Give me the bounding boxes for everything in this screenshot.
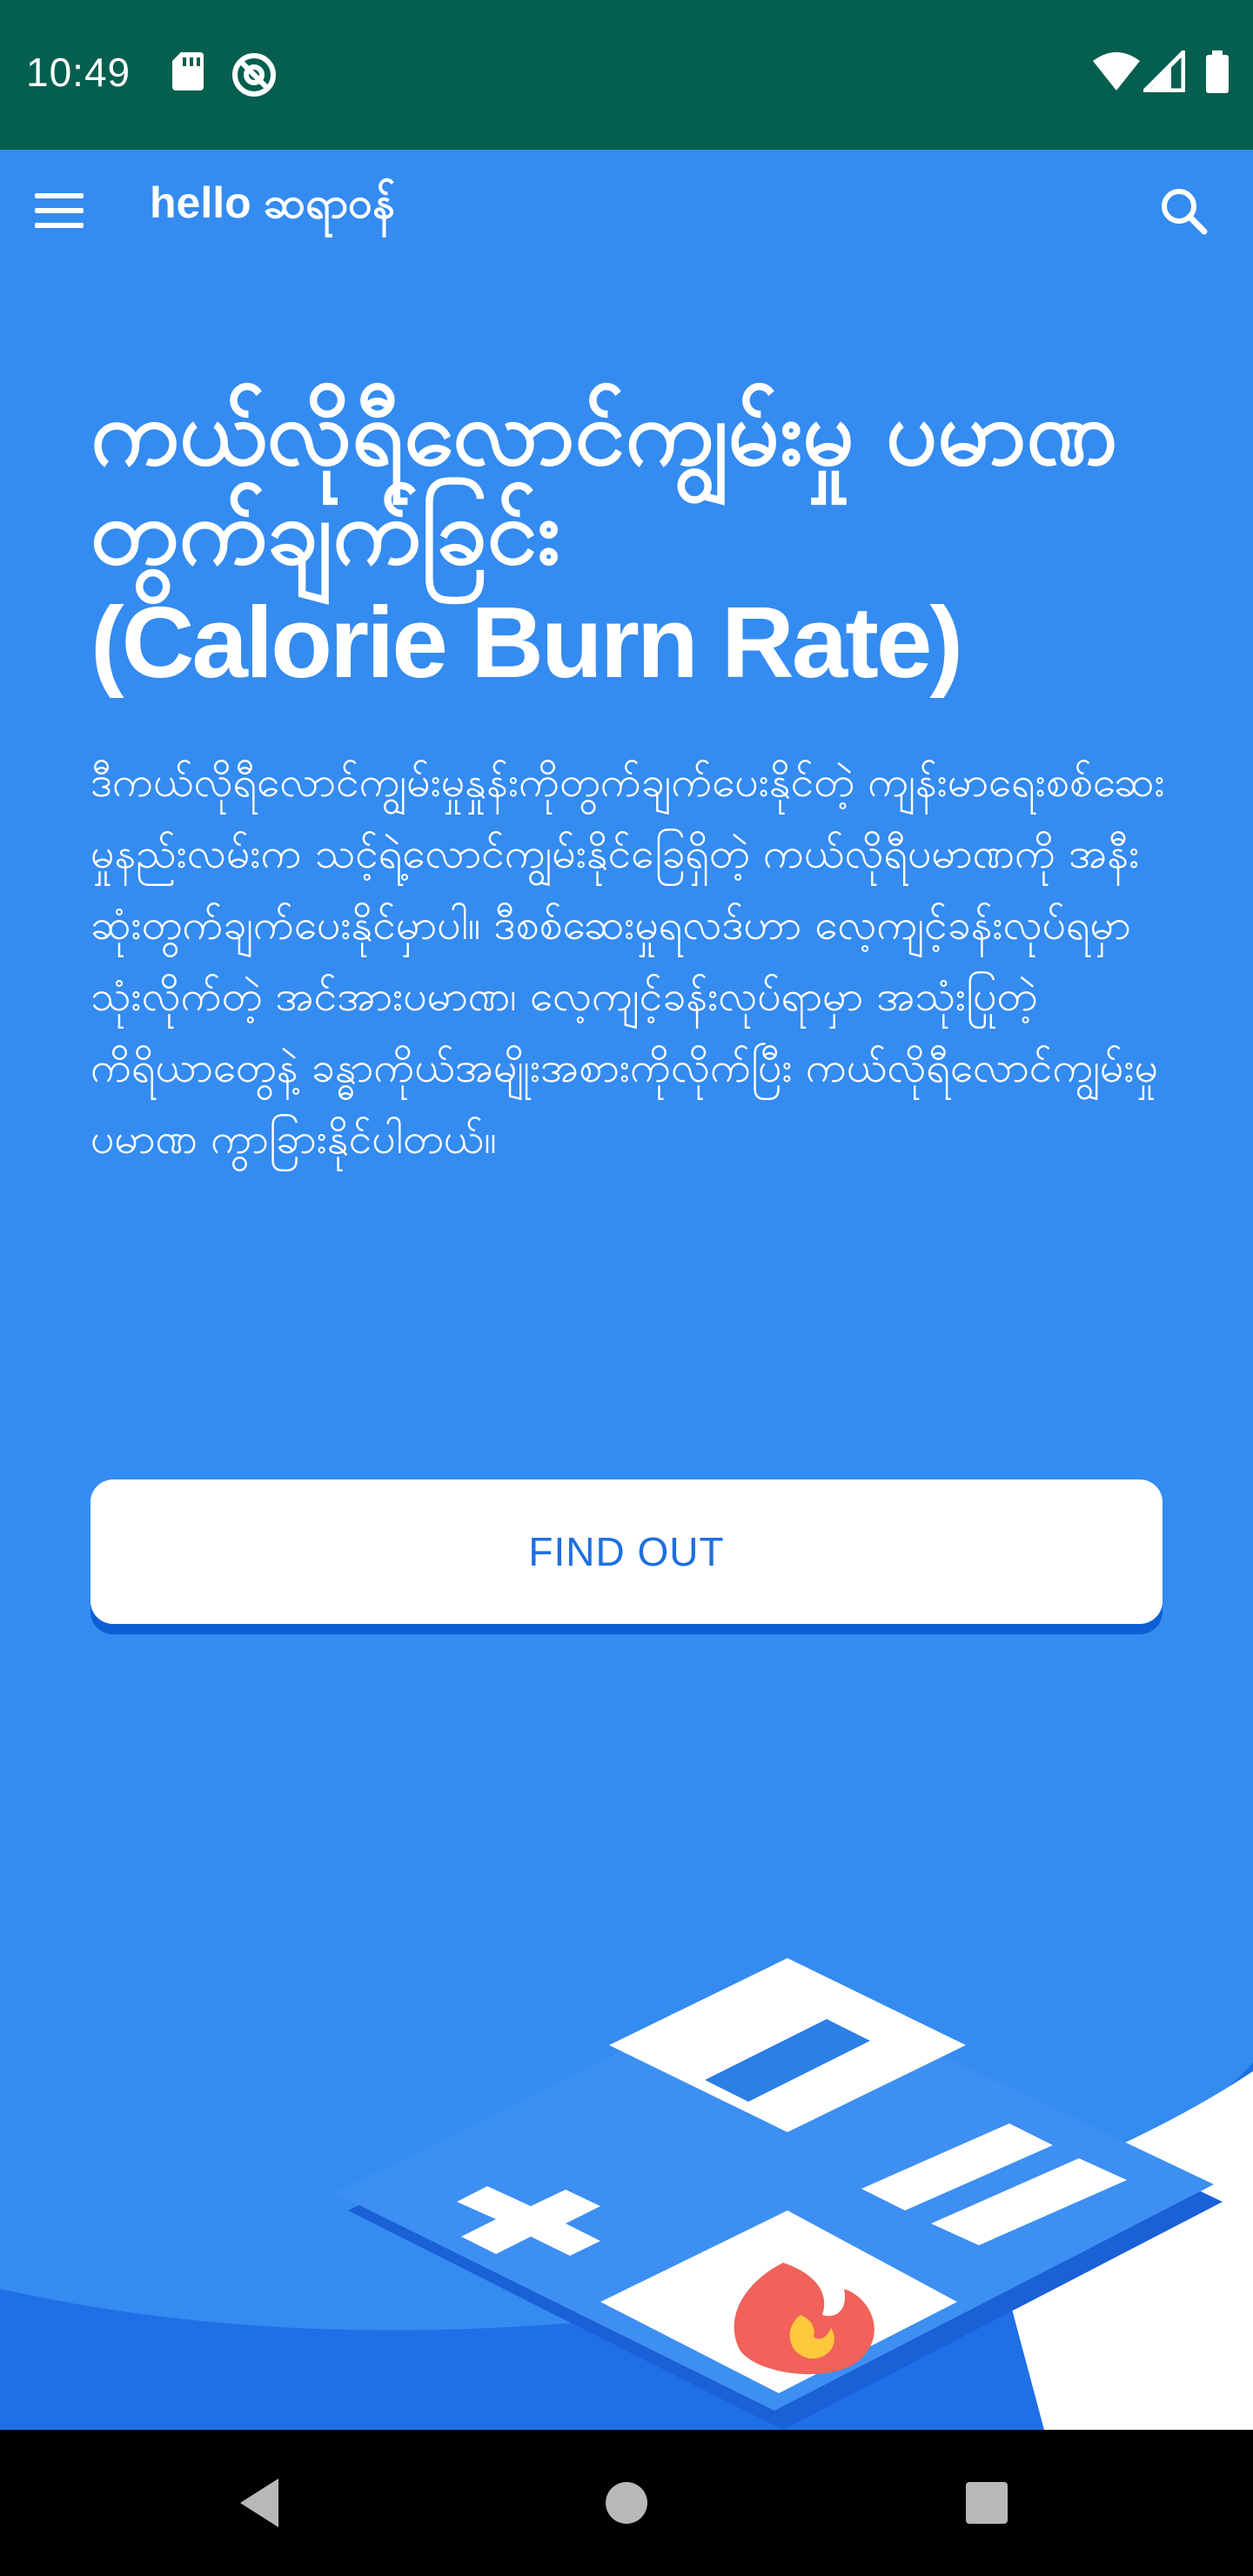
search-icon[interactable] <box>1157 184 1209 237</box>
battery-icon <box>1206 50 1229 93</box>
signal-icon <box>1143 50 1185 92</box>
page-description: ဒီကယ်လိုရီလောင်ကျွမ်းမှုနှုန်းကိုတွက်ချက… <box>90 758 1165 1164</box>
status-time: 10:49 <box>26 50 131 95</box>
wifi-icon <box>1093 52 1140 91</box>
page-subtitle: (Calorie Burn Rate) <box>90 586 963 699</box>
app-header: hello ဆရာဝန် <box>0 150 1253 272</box>
sd-card-icon <box>172 52 204 91</box>
hamburger-menu-icon[interactable] <box>33 184 85 237</box>
page-title: ကယ်လိုရီလောင်ကျွမ်းမှု ပမာဏတွက်ချက်ခြင်း <box>90 379 1118 585</box>
at-sign-icon <box>232 53 276 97</box>
status-bar: 10:49 <box>0 0 1253 150</box>
main-content: ကယ်လိုရီလောင်ကျွမ်းမှု ပမာဏတွက်ချက်ခြင်း… <box>90 383 1166 1175</box>
system-navigation-bar <box>0 2430 1253 2576</box>
back-icon[interactable] <box>224 2466 298 2539</box>
recents-icon[interactable] <box>950 2466 1023 2539</box>
home-icon[interactable] <box>590 2466 663 2539</box>
find-out-button[interactable]: FIND OUT <box>90 1479 1163 1624</box>
calculator-illustration <box>0 1958 1253 2430</box>
brand-logo[interactable]: hello ဆရာဝန် <box>150 176 395 239</box>
